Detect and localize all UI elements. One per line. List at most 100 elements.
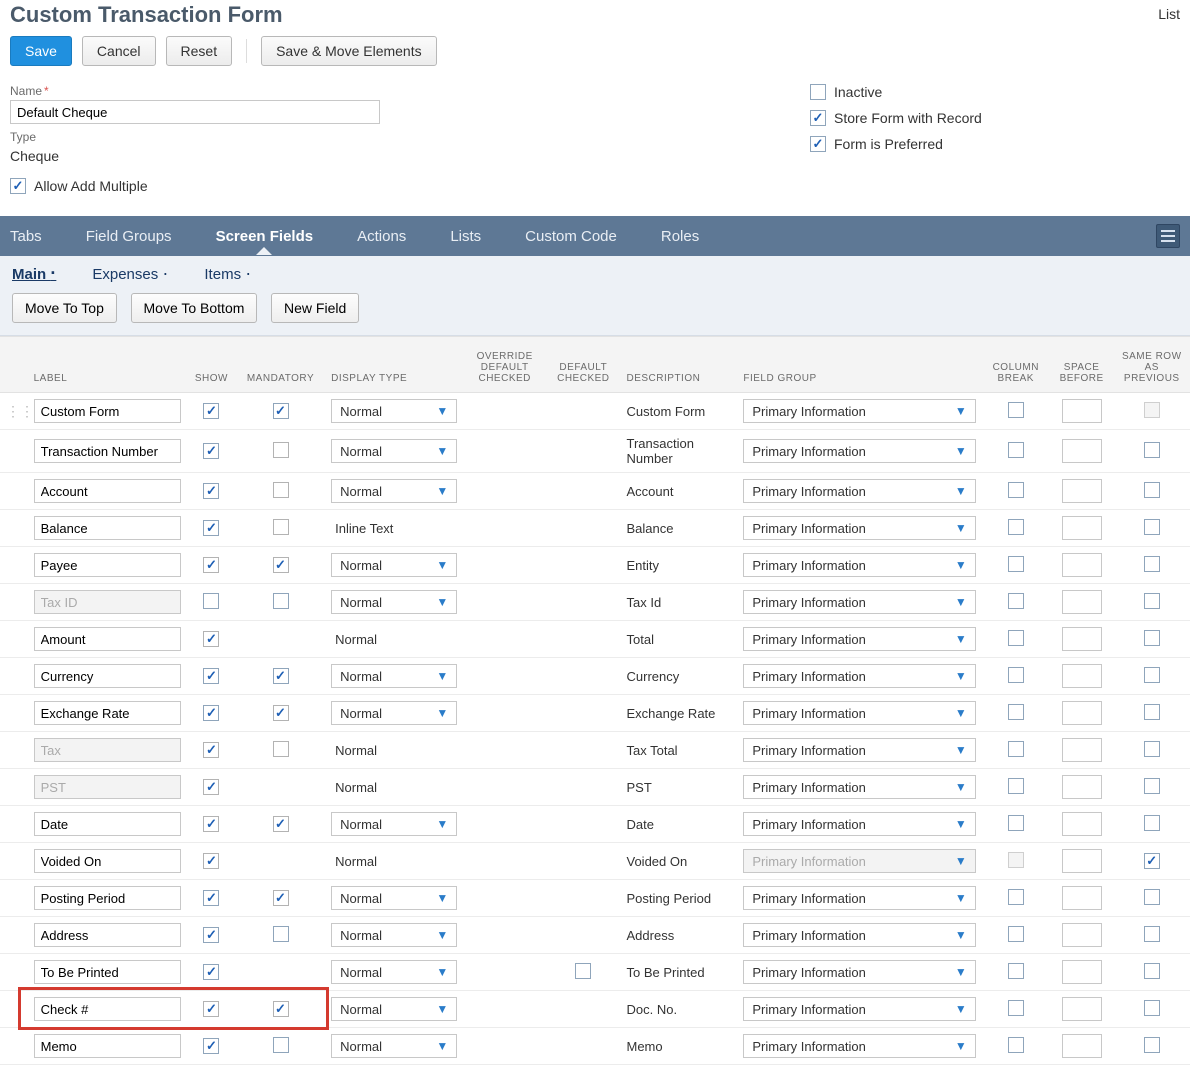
show-checkbox[interactable] [203, 483, 219, 499]
display-type-select[interactable]: Normal▼ [331, 886, 457, 910]
show-checkbox[interactable] [203, 668, 219, 684]
menu-icon[interactable] [1156, 224, 1180, 248]
inactive-checkbox[interactable] [810, 84, 826, 100]
same-row-checkbox[interactable] [1144, 963, 1160, 979]
column-break-checkbox[interactable] [1008, 402, 1024, 418]
space-before-input[interactable] [1062, 590, 1102, 614]
mandatory-checkbox[interactable] [273, 816, 289, 832]
table-row[interactable]: Normal▼Posting PeriodPrimary Information… [0, 880, 1190, 917]
field-group-select[interactable]: Primary Information▼ [743, 664, 975, 688]
table-row[interactable]: Normal▼Transaction NumberPrimary Informa… [0, 430, 1190, 473]
space-before-input[interactable] [1062, 627, 1102, 651]
mandatory-checkbox[interactable] [273, 593, 289, 609]
show-checkbox[interactable] [203, 1038, 219, 1054]
store-form-checkbox[interactable] [810, 110, 826, 126]
mandatory-checkbox[interactable] [273, 668, 289, 684]
show-checkbox[interactable] [203, 705, 219, 721]
column-break-checkbox[interactable] [1008, 442, 1024, 458]
same-row-checkbox[interactable] [1144, 778, 1160, 794]
tab-field-groups[interactable]: Field Groups [86, 228, 172, 245]
mandatory-checkbox[interactable] [273, 482, 289, 498]
field-group-select[interactable]: Primary Information▼ [743, 997, 975, 1021]
table-row[interactable]: Normal▼Tax IdPrimary Information▼ [0, 584, 1190, 621]
show-checkbox[interactable] [203, 593, 219, 609]
display-type-select[interactable]: Normal▼ [331, 664, 457, 688]
tab-lists[interactable]: Lists [450, 228, 481, 245]
space-before-input[interactable] [1062, 439, 1102, 463]
show-checkbox[interactable] [203, 816, 219, 832]
column-break-checkbox[interactable] [1008, 889, 1024, 905]
label-input[interactable] [34, 812, 181, 836]
field-group-select[interactable]: Primary Information▼ [743, 399, 975, 423]
drag-handle-icon[interactable]: ⋮⋮ [6, 403, 34, 419]
table-row[interactable]: Normal▼CurrencyPrimary Information▼ [0, 658, 1190, 695]
same-row-checkbox[interactable] [1144, 1000, 1160, 1016]
same-row-checkbox[interactable] [1144, 556, 1160, 572]
label-input[interactable] [34, 886, 181, 910]
display-type-select[interactable]: Normal▼ [331, 923, 457, 947]
mandatory-checkbox[interactable] [273, 741, 289, 757]
column-break-checkbox[interactable] [1008, 1037, 1024, 1053]
field-group-select[interactable]: Primary Information▼ [743, 627, 975, 651]
same-row-checkbox[interactable] [1144, 815, 1160, 831]
table-row[interactable]: Normal▼Exchange RatePrimary Information▼ [0, 695, 1190, 732]
mandatory-checkbox[interactable] [273, 890, 289, 906]
show-checkbox[interactable] [203, 557, 219, 573]
subtab-expenses[interactable]: Expenses · [92, 266, 186, 283]
label-input[interactable] [34, 553, 181, 577]
subtab-main[interactable]: Main · [12, 266, 74, 283]
column-break-checkbox[interactable] [1008, 593, 1024, 609]
field-group-select[interactable]: Primary Information▼ [743, 590, 975, 614]
table-row[interactable]: NormalTotalPrimary Information▼ [0, 621, 1190, 658]
space-before-input[interactable] [1062, 923, 1102, 947]
column-break-checkbox[interactable] [1008, 815, 1024, 831]
reset-button[interactable]: Reset [166, 36, 233, 66]
tab-actions[interactable]: Actions [357, 228, 406, 245]
column-break-checkbox[interactable] [1008, 1000, 1024, 1016]
label-input[interactable] [34, 516, 181, 540]
field-group-select[interactable]: Primary Information▼ [743, 923, 975, 947]
same-row-checkbox[interactable] [1144, 593, 1160, 609]
show-checkbox[interactable] [203, 779, 219, 795]
new-field-button[interactable]: New Field [271, 293, 359, 323]
tab-roles[interactable]: Roles [661, 228, 699, 245]
table-row[interactable]: ⋮⋮Normal▼Custom FormPrimary Information▼ [0, 393, 1190, 430]
label-input[interactable] [34, 627, 181, 651]
name-input[interactable] [10, 100, 380, 124]
same-row-checkbox[interactable] [1144, 853, 1160, 869]
field-group-select[interactable]: Primary Information▼ [743, 738, 975, 762]
move-top-button[interactable]: Move To Top [12, 293, 117, 323]
space-before-input[interactable] [1062, 479, 1102, 503]
column-break-checkbox[interactable] [1008, 704, 1024, 720]
column-break-checkbox[interactable] [1008, 519, 1024, 535]
table-row[interactable]: Normal▼DatePrimary Information▼ [0, 806, 1190, 843]
field-group-select[interactable]: Primary Information▼ [743, 701, 975, 725]
mandatory-checkbox[interactable] [273, 705, 289, 721]
space-before-input[interactable] [1062, 960, 1102, 984]
display-type-select[interactable]: Normal▼ [331, 399, 457, 423]
save-move-button[interactable]: Save & Move Elements [261, 36, 437, 66]
list-link[interactable]: List [1158, 0, 1180, 22]
same-row-checkbox[interactable] [1144, 519, 1160, 535]
label-input[interactable] [34, 590, 181, 614]
table-row[interactable]: Normal▼To Be PrintedPrimary Information▼ [0, 954, 1190, 991]
column-break-checkbox[interactable] [1008, 741, 1024, 757]
table-row[interactable]: Inline TextBalancePrimary Information▼ [0, 510, 1190, 547]
mandatory-checkbox[interactable] [273, 442, 289, 458]
label-input[interactable] [34, 701, 181, 725]
same-row-checkbox[interactable] [1144, 630, 1160, 646]
mandatory-checkbox[interactable] [273, 1037, 289, 1053]
field-group-select[interactable]: Primary Information▼ [743, 516, 975, 540]
same-row-checkbox[interactable] [1144, 741, 1160, 757]
default-checked-checkbox[interactable] [575, 963, 591, 979]
move-bottom-button[interactable]: Move To Bottom [131, 293, 258, 323]
table-row[interactable]: Normal▼MemoPrimary Information▼ [0, 1028, 1190, 1065]
allow-add-multiple-checkbox[interactable] [10, 178, 26, 194]
field-group-select[interactable]: Primary Information▼ [743, 553, 975, 577]
space-before-input[interactable] [1062, 516, 1102, 540]
display-type-select[interactable]: Normal▼ [331, 960, 457, 984]
table-row[interactable]: Normal▼EntityPrimary Information▼ [0, 547, 1190, 584]
display-type-select[interactable]: Normal▼ [331, 812, 457, 836]
display-type-select[interactable]: Normal▼ [331, 479, 457, 503]
preferred-checkbox[interactable] [810, 136, 826, 152]
